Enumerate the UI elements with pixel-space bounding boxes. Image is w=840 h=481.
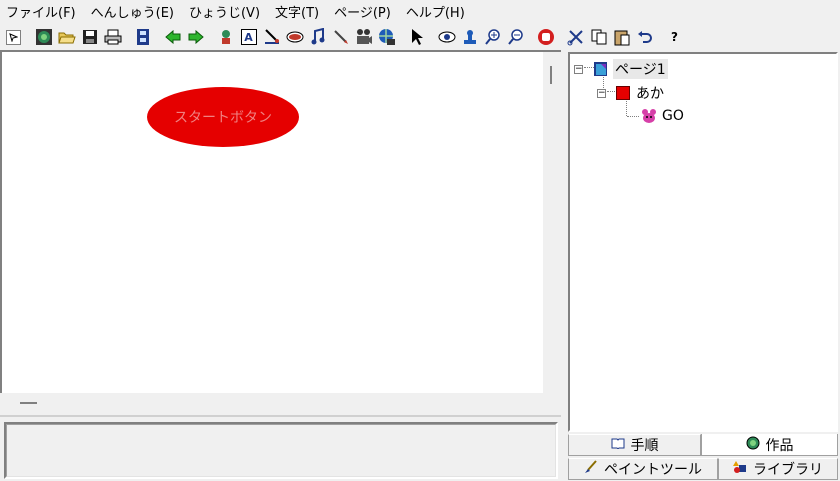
pen-icon[interactable]: [330, 27, 351, 48]
tab-paint-tool-label: ペイントツール: [604, 462, 702, 478]
tree-page-label[interactable]: ページ1: [613, 59, 668, 79]
collapse-toggle-icon[interactable]: −: [574, 64, 583, 74]
vertical-splitter[interactable]: [561, 50, 568, 481]
shapes-icon: [733, 460, 747, 478]
tab-library-label: ライブラリ: [753, 462, 823, 478]
paintbrush-icon: [584, 460, 598, 478]
book-icon: [611, 437, 625, 453]
menu-edit[interactable]: へんしゅう(E): [91, 2, 174, 21]
tree-node-page[interactable]: − ページ1: [574, 59, 668, 79]
camera-icon[interactable]: [353, 27, 374, 48]
canvas-margin: [543, 52, 561, 393]
tab-paint-tool[interactable]: ペイントツール: [568, 458, 718, 480]
tab-steps[interactable]: 手順: [568, 434, 701, 456]
copy-icon[interactable]: [588, 27, 609, 48]
mouse-script-icon: [642, 109, 656, 123]
stage-canvas[interactable]: スタートボタン: [0, 50, 561, 393]
menu-text[interactable]: 文字(T): [275, 2, 319, 21]
open-folder-icon[interactable]: [56, 27, 77, 48]
globe-link-icon[interactable]: [376, 27, 397, 48]
tab-steps-label: 手順: [630, 438, 659, 454]
stop-hand-icon[interactable]: [535, 27, 556, 48]
text-A-icon[interactable]: A: [238, 27, 259, 48]
collapse-toggle-icon[interactable]: −: [597, 88, 606, 98]
tab-works[interactable]: 作品: [701, 434, 838, 456]
character-icon[interactable]: [215, 27, 236, 48]
zoom-in-icon[interactable]: [482, 27, 503, 48]
tree-script-label[interactable]: GO: [662, 108, 684, 124]
red-shape-icon: [616, 86, 630, 100]
start-button-label: スタートボタン: [174, 110, 272, 126]
tree-node-script[interactable]: GO: [640, 107, 684, 125]
menu-view[interactable]: ひょうじ(V): [189, 2, 260, 21]
help-label: ?: [671, 30, 678, 44]
menu-help[interactable]: ヘルプ(H): [406, 2, 465, 21]
paste-icon[interactable]: [611, 27, 632, 48]
menu-bar: ファイル(F) へんしゅう(E) ひょうじ(V) 文字(T) ページ(P) ヘル…: [0, 0, 840, 22]
tree-object-label[interactable]: あか: [636, 83, 664, 103]
horizontal-splitter[interactable]: [0, 393, 561, 415]
toolbar: A ?: [0, 24, 840, 50]
world-icon: [746, 436, 760, 454]
page-icon: [594, 62, 607, 76]
zoom-out-icon[interactable]: [505, 27, 526, 48]
menu-file[interactable]: ファイル(F): [6, 2, 76, 21]
menu-page[interactable]: ページ(P): [334, 2, 391, 21]
undo-icon[interactable]: [634, 27, 655, 48]
pointer-small-icon[interactable]: [3, 27, 24, 48]
start-button-shape[interactable]: スタートボタン: [147, 87, 299, 147]
arrow-left-icon[interactable]: [162, 27, 183, 48]
object-tree: − ページ1 − あか GO: [568, 52, 838, 432]
help-icon[interactable]: ?: [664, 27, 685, 48]
arrow-right-icon[interactable]: [185, 27, 206, 48]
vertical-scroll-thumb[interactable]: [550, 66, 552, 84]
print-icon[interactable]: [102, 27, 123, 48]
splitter-grip-icon[interactable]: [20, 402, 37, 404]
tree-node-object[interactable]: − あか: [597, 83, 664, 103]
tab-works-label: 作品: [765, 437, 794, 454]
music-note-icon[interactable]: [307, 27, 328, 48]
brush-icon[interactable]: [261, 27, 282, 48]
stamp-icon[interactable]: [459, 27, 480, 48]
cut-icon[interactable]: [565, 27, 586, 48]
eye-icon[interactable]: [436, 27, 457, 48]
message-pane: [4, 422, 558, 479]
divider: [0, 415, 561, 417]
stage-area[interactable]: スタートボタン: [2, 52, 543, 393]
world-icon[interactable]: [33, 27, 54, 48]
save-disk-icon[interactable]: [79, 27, 100, 48]
film-strip-icon[interactable]: [132, 27, 153, 48]
arrow-cursor-icon[interactable]: [406, 27, 427, 48]
eye-shape-icon[interactable]: [284, 27, 305, 48]
panel-tabs: 手順 作品 ペイントツール ライブラリ: [568, 432, 840, 481]
tab-library[interactable]: ライブラリ: [718, 458, 838, 480]
